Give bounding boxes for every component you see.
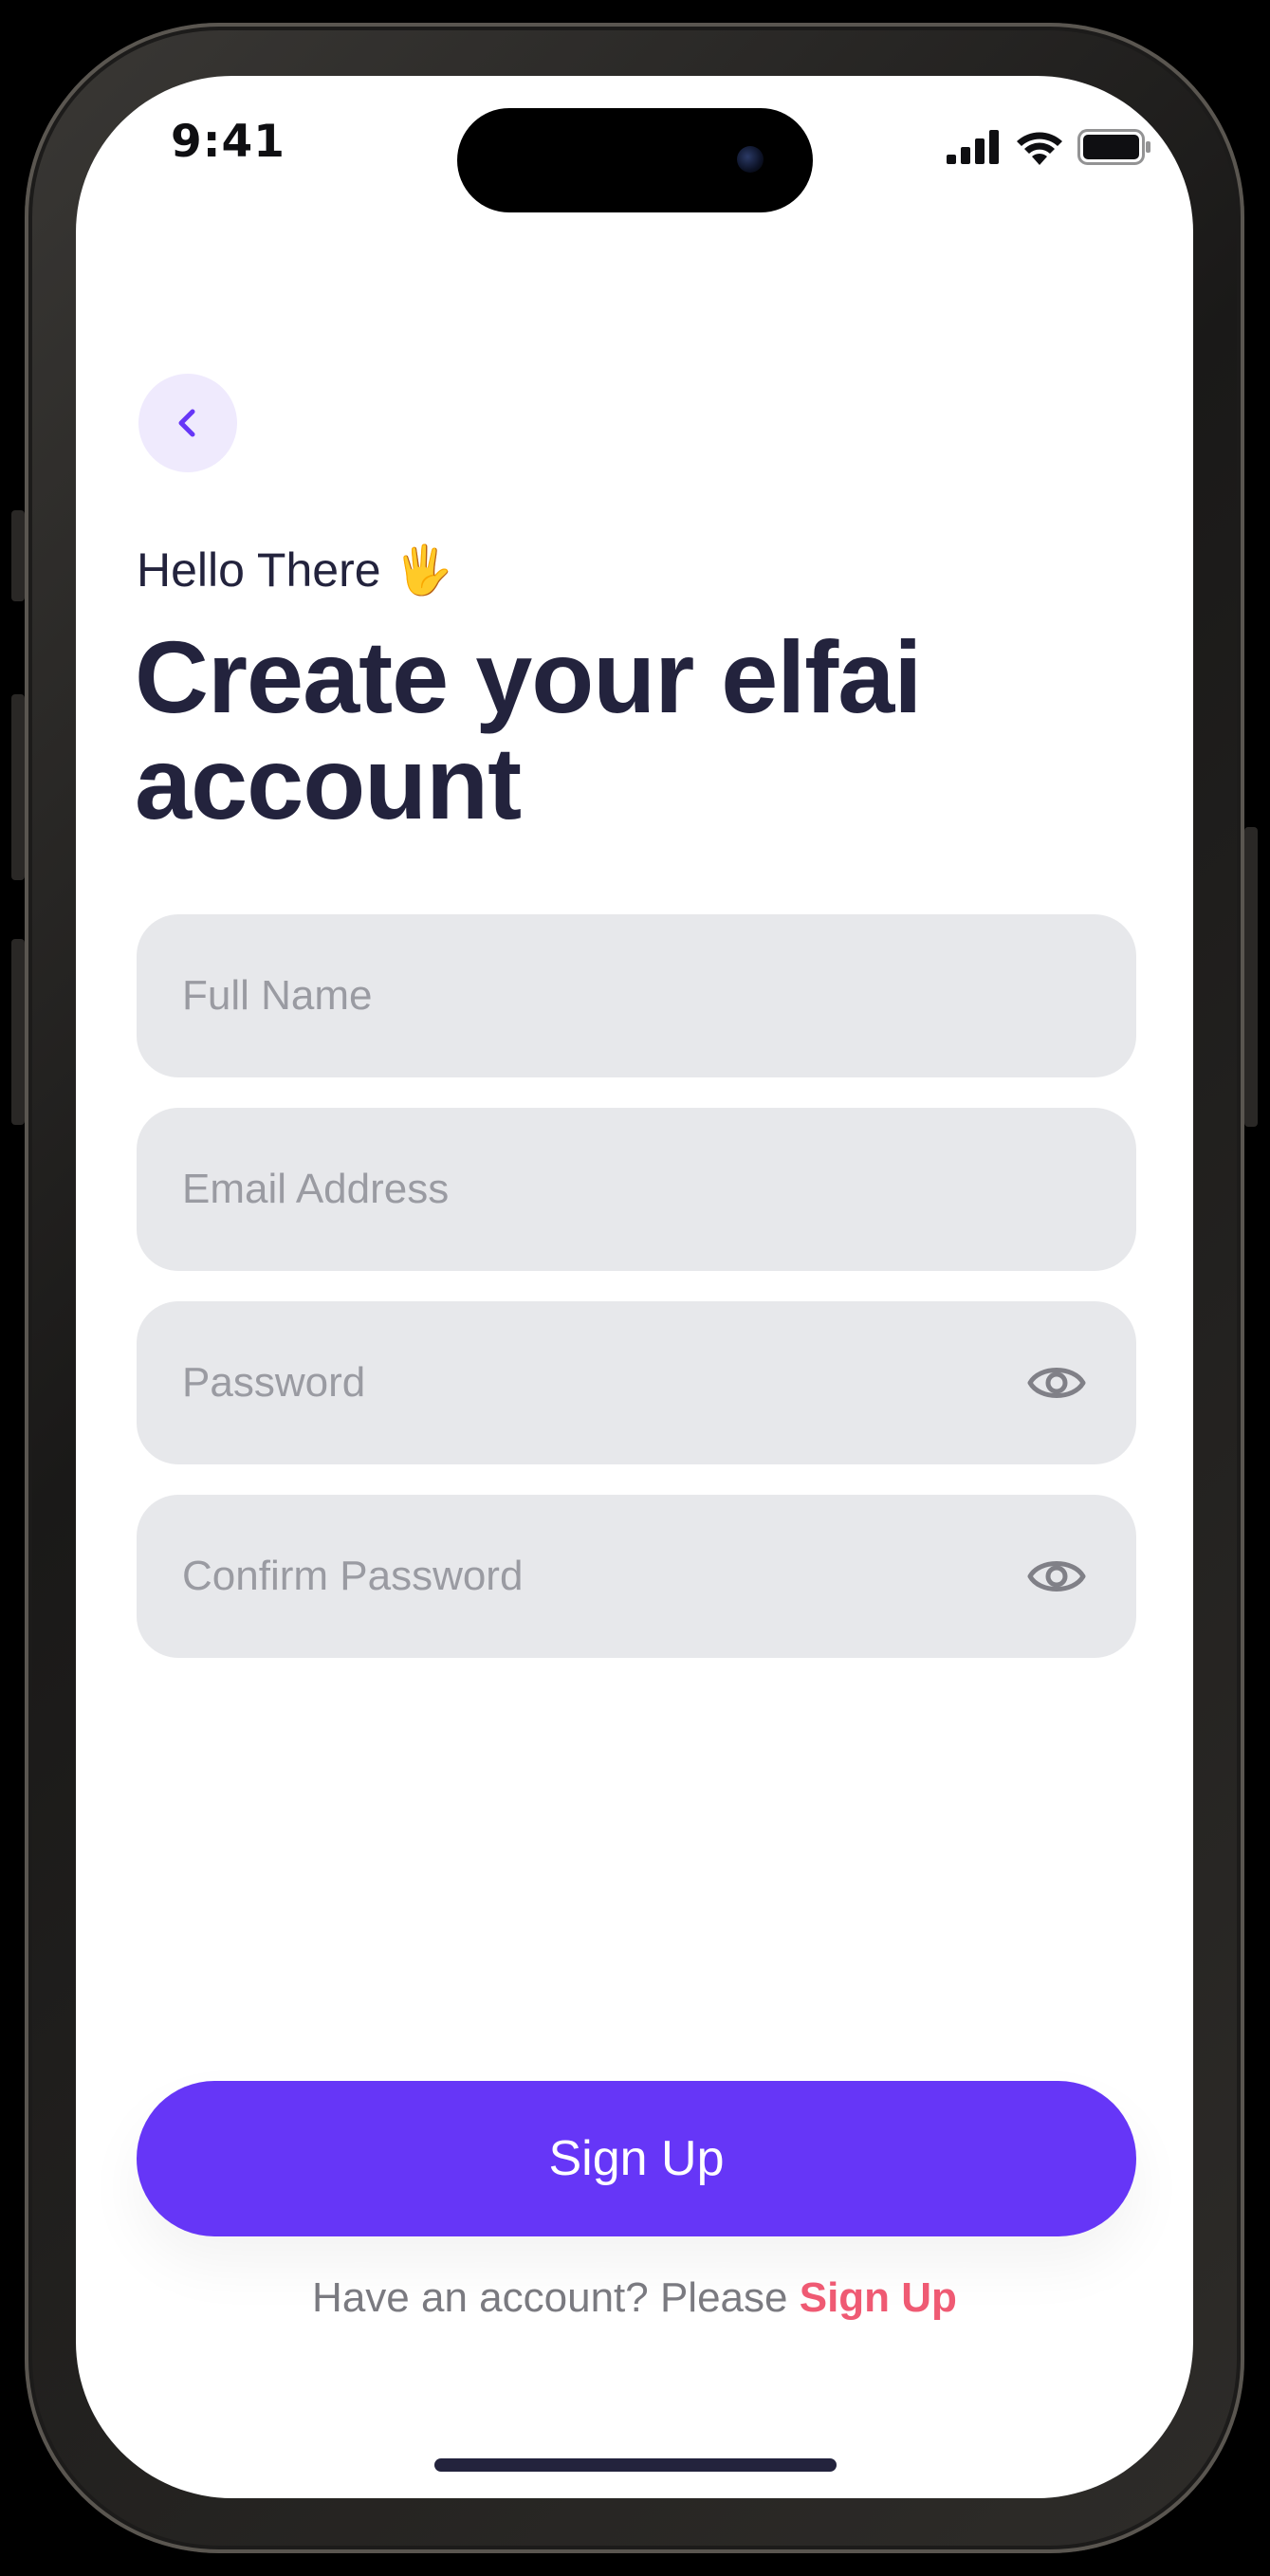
signal-icon — [947, 130, 999, 164]
email-input[interactable] — [137, 1107, 1019, 1272]
eye-icon[interactable] — [1026, 1548, 1087, 1605]
footer-sign-up-link[interactable]: Sign Up — [800, 2274, 957, 2321]
confirm-password-field[interactable] — [137, 1494, 1136, 1659]
confirm-password-input[interactable] — [137, 1494, 1019, 1659]
eye-icon[interactable] — [1026, 1354, 1087, 1411]
home-indicator[interactable] — [434, 2458, 837, 2472]
status-time: 9:41 — [171, 116, 285, 168]
password-input[interactable] — [137, 1300, 1019, 1465]
battery-icon — [1077, 129, 1150, 165]
page-title: Create your elfai account — [135, 619, 922, 840]
footer-prompt-text: Have an account? Please — [312, 2274, 788, 2321]
phone-volume-up-button — [11, 694, 25, 880]
chevron-left-icon — [178, 409, 195, 437]
greeting: Hello There 🖐 — [137, 543, 453, 598]
sign-up-button[interactable]: Sign Up — [137, 2081, 1136, 2236]
phone-power-button — [1244, 827, 1258, 1127]
phone-action-button — [11, 510, 25, 601]
greeting-text: Hello There — [137, 543, 381, 597]
email-field[interactable] — [137, 1107, 1136, 1272]
back-button[interactable] — [138, 374, 237, 472]
password-field[interactable] — [137, 1300, 1136, 1465]
wifi-icon — [1017, 132, 1062, 165]
phone-screen: 9:41 Hello There 🖐 Create your elfai acc — [76, 76, 1193, 2498]
front-camera — [737, 146, 764, 173]
wave-emoji: 🖐 — [394, 543, 453, 597]
status-icons — [947, 129, 1151, 165]
phone-volume-down-button — [11, 939, 25, 1125]
footer-signin-prompt: Have an account? Please Sign Up — [76, 2274, 1193, 2322]
full-name-input[interactable] — [137, 913, 1019, 1078]
full-name-field[interactable] — [137, 913, 1136, 1078]
dynamic-island — [457, 108, 813, 212]
